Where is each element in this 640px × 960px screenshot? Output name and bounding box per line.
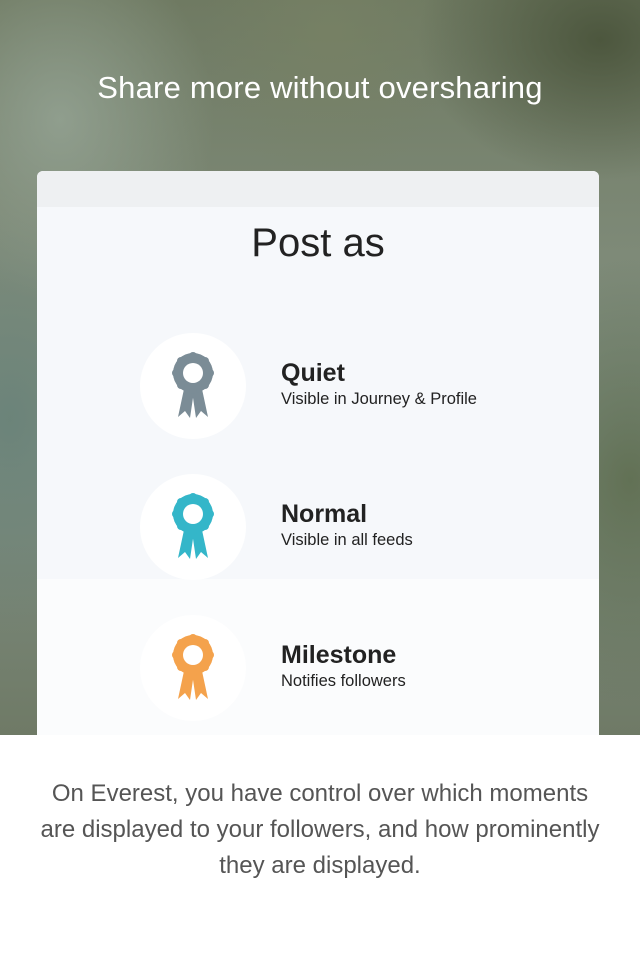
card-top-bar <box>37 171 599 207</box>
quiet-ribbon-icon <box>140 333 246 439</box>
post-as-card: Post as Quiet Visible in Journey & Profi… <box>37 171 599 735</box>
option-description: Visible in Journey & Profile <box>281 390 477 408</box>
normal-ribbon-icon <box>140 474 246 580</box>
option-description: Notifies followers <box>281 672 406 690</box>
option-quiet[interactable]: Quiet Visible in Journey & Profile <box>140 333 560 439</box>
headline: Share more without oversharing <box>97 70 543 105</box>
option-label: Normal <box>281 500 368 528</box>
option-label: Quiet <box>281 359 345 387</box>
option-description: Visible in all feeds <box>281 531 413 549</box>
option-normal[interactable]: Normal Visible in all feeds <box>140 474 560 580</box>
option-milestone[interactable]: Milestone Notifies followers <box>140 615 560 721</box>
card-title: Post as <box>251 221 385 265</box>
option-label: Milestone <box>281 641 397 669</box>
milestone-ribbon-icon <box>140 615 246 721</box>
footer-description: On Everest, you have control over which … <box>40 780 600 879</box>
